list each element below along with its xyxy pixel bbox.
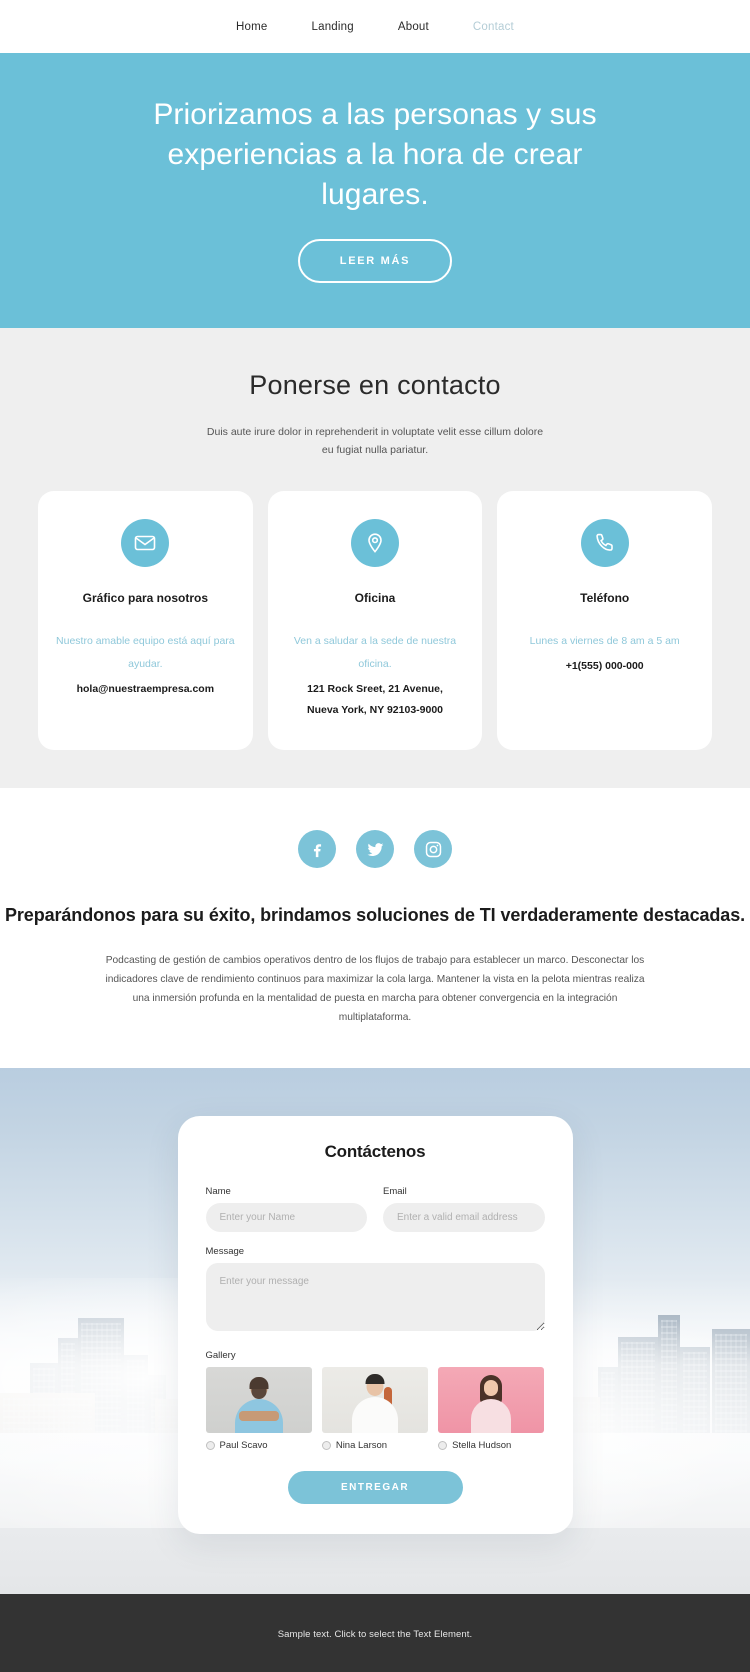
email-field-group: Email	[383, 1186, 545, 1232]
message-textarea[interactable]	[205, 1262, 545, 1331]
gallery-label: Gallery	[205, 1349, 236, 1361]
submit-row: ENTREGAR	[206, 1470, 545, 1504]
read-more-button[interactable]: LEER MÁS	[297, 238, 453, 283]
hero-section: Priorizamos a las personas y sus experie…	[0, 53, 750, 328]
gallery-name: Stella Hudson	[452, 1439, 512, 1451]
nav-item-contact[interactable]: Contact	[451, 21, 536, 33]
contact-form-card: Contáctenos Name Email Message Gallery	[177, 1115, 573, 1534]
nav-item-home[interactable]: Home	[214, 21, 289, 33]
gallery-item[interactable]: Paul Scavo	[205, 1366, 312, 1451]
email-input[interactable]	[383, 1202, 545, 1232]
email-label: Email	[383, 1185, 407, 1197]
facebook-icon[interactable]	[298, 830, 336, 869]
name-input[interactable]	[205, 1202, 367, 1232]
phone-icon	[580, 519, 629, 568]
contact-card-phone[interactable]: Teléfono Lunes a viernes de 8 am a 5 am …	[497, 491, 713, 751]
gallery-photo-stella[interactable]	[438, 1366, 545, 1433]
social-links	[0, 830, 750, 869]
about-paragraph: Podcasting de gestión de cambios operati…	[105, 955, 645, 1023]
main-navigation: Home Landing About Contact	[0, 0, 750, 53]
gallery-radio-nina[interactable]	[321, 1440, 331, 1450]
name-field-group: Name	[205, 1185, 367, 1232]
card-phone-value[interactable]: +1(555) 000-000	[513, 656, 696, 676]
card-description: Lunes a viernes de 8 am a 5 am	[529, 635, 680, 648]
name-label: Name	[205, 1185, 231, 1197]
gallery-radio-stella[interactable]	[438, 1440, 448, 1450]
card-address-line2: Nueva York, NY 92103-9000	[307, 703, 444, 716]
contact-section: Ponerse en contacto Duis aute irure dolo…	[0, 327, 750, 789]
contact-card-office[interactable]: Oficina Ven a saludar a la sede de nuest…	[267, 491, 483, 751]
footer: Sample text. Click to select the Text El…	[0, 1593, 750, 1672]
form-title: Contáctenos	[324, 1141, 426, 1161]
message-field-group: Message	[205, 1245, 545, 1336]
section-title: Ponerse en contacto	[249, 369, 501, 400]
card-title: Oficina	[354, 591, 396, 606]
gallery-item[interactable]: Nina Larson	[321, 1366, 429, 1451]
nav-item-landing[interactable]: Landing	[290, 21, 376, 33]
map-pin-icon	[351, 519, 399, 568]
twitter-icon[interactable]	[356, 830, 394, 869]
gallery-name: Paul Scavo	[219, 1439, 268, 1451]
gallery-radio-paul[interactable]	[205, 1440, 215, 1450]
card-description: Nuestro amable equipo está aquí para ayu…	[56, 635, 235, 671]
section-subtitle: Duis aute irure dolor in reprehenderit i…	[206, 425, 544, 457]
gallery-item[interactable]: Stella Hudson	[438, 1366, 545, 1451]
instagram-icon[interactable]	[414, 830, 452, 869]
message-label: Message	[205, 1245, 245, 1257]
card-title: Gráfico para nosotros	[82, 591, 209, 606]
gallery-options: Paul Scavo Nina Larson Stella Hudson	[205, 1366, 545, 1451]
gallery-name: Nina Larson	[335, 1439, 388, 1451]
gallery-photo-paul[interactable]	[205, 1366, 312, 1433]
submit-button[interactable]: ENTREGAR	[287, 1470, 463, 1504]
envelope-icon	[121, 519, 170, 568]
about-section: Preparándonos para su éxito, brindamos s…	[0, 788, 750, 1068]
card-address-line1: 121 Rock Sreet, 21 Avenue,	[307, 683, 443, 696]
contact-card-email[interactable]: Gráfico para nosotros Nuestro amable equ…	[38, 491, 253, 751]
card-email-value[interactable]: hola@nuestraempresa.com	[54, 679, 237, 699]
contact-form-section: Contáctenos Name Email Message Gallery	[0, 1067, 750, 1594]
hero-title: Priorizamos a las personas y sus experie…	[153, 98, 597, 211]
contact-cards: Gráfico para nosotros Nuestro amable equ…	[0, 491, 750, 751]
footer-text[interactable]: Sample text. Click to select the Text El…	[278, 1629, 473, 1640]
card-description: Ven a saludar a la sede de nuestra ofici…	[293, 635, 457, 671]
gallery-photo-nina[interactable]	[321, 1366, 429, 1433]
about-title: Preparándonos para su éxito, brindamos s…	[4, 905, 746, 926]
nav-item-about[interactable]: About	[376, 21, 451, 33]
gallery-group: Gallery Paul Scavo Nina Larson Stella Hu…	[205, 1349, 545, 1451]
card-title: Teléfono	[580, 591, 630, 606]
